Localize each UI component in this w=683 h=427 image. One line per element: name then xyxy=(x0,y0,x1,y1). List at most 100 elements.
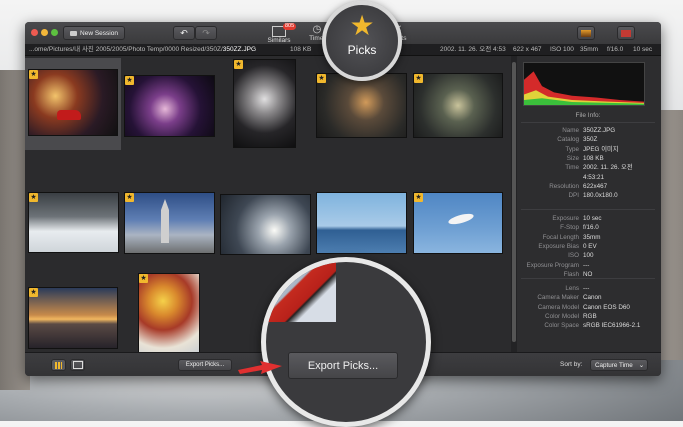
thumbnail[interactable] xyxy=(414,74,502,137)
star-icon: ★ xyxy=(414,193,423,202)
info-key: Catalog xyxy=(557,136,579,144)
info-value: 4:53:21 xyxy=(583,173,605,181)
star-icon: ★ xyxy=(29,70,38,79)
info-row: Camera Maker Canon xyxy=(517,293,661,302)
minimize-window-button[interactable] xyxy=(41,29,48,36)
info-value: 350ZZ.JPG xyxy=(583,127,616,134)
info-value: 622x467 xyxy=(583,182,608,190)
thumbnail[interactable] xyxy=(125,193,214,253)
panel-icon xyxy=(621,29,631,37)
zoom-window-button[interactable] xyxy=(51,29,58,36)
info-value: RGB xyxy=(583,312,597,320)
section-divider xyxy=(521,278,655,279)
picks-label: Picks xyxy=(347,43,377,57)
info-row: Size 108 KB xyxy=(517,154,661,163)
info-row: Exposure 10 sec xyxy=(517,214,661,223)
grid-view-button[interactable] xyxy=(51,359,66,371)
path-filesize: 108 KB xyxy=(290,46,312,53)
info-row: Type JPEG 이미지 xyxy=(517,145,661,154)
info-row: ISO 100 xyxy=(517,251,661,260)
info-value: 2002. 11. 26. 오전 xyxy=(583,164,633,172)
thumbnail[interactable] xyxy=(414,193,502,253)
grid-icon xyxy=(55,361,62,369)
thumbnail[interactable] xyxy=(234,60,295,147)
sort-select[interactable]: Capture Time ⌄ xyxy=(590,359,648,371)
info-value: 100 xyxy=(583,252,594,260)
thumbnail[interactable] xyxy=(125,76,214,136)
info-sidebar: File Info: Name 350ZZ.JPG Catalog 350Z Type J… xyxy=(517,56,661,352)
picture-icon xyxy=(581,29,591,37)
star-icon: ★ xyxy=(29,288,38,297)
info-row: F-Stop f/16.0 xyxy=(517,223,661,232)
info-row: Resolution 622x467 xyxy=(517,182,661,191)
info-row: Focal Length 35mm xyxy=(517,233,661,242)
info-row: Camera Model Canon EOS D60 xyxy=(517,303,661,312)
thumbnail[interactable] xyxy=(139,274,199,364)
magnifier-callout: Export Picks... xyxy=(261,257,431,427)
info-value: Canon xyxy=(583,294,602,302)
info-value: 35mm xyxy=(583,233,601,241)
clock-icon: ◷ xyxy=(312,24,322,35)
info-value: 350Z xyxy=(583,136,598,144)
info-value: --- xyxy=(583,261,590,269)
path-filename: 350ZZ.JPG xyxy=(222,46,257,53)
new-session-button[interactable]: New Session xyxy=(63,26,125,40)
star-icon: ★ xyxy=(414,74,423,83)
info-row: Time 2002. 11. 26. 오전 xyxy=(517,163,661,172)
thumbnail[interactable] xyxy=(317,193,406,253)
info-row: Color Model RGB xyxy=(517,312,661,321)
image-view-toggle[interactable] xyxy=(577,26,595,40)
thumbnail[interactable] xyxy=(29,193,118,252)
thumbnail[interactable] xyxy=(29,288,117,348)
info-key: F-Stop xyxy=(560,224,579,232)
picks-tab[interactable]: ★ Picks xyxy=(322,1,402,81)
export-picks-button[interactable]: Export Picks... xyxy=(178,359,232,371)
info-value: sRGB IEC61966-2.1 xyxy=(583,322,641,330)
info-value: f/16.0 xyxy=(583,224,599,232)
star-icon: ★ xyxy=(125,193,134,202)
info-row: DPI 180.0x180.0 xyxy=(517,191,661,200)
file-info-title: File Info: xyxy=(521,112,655,123)
info-value: 0 EV xyxy=(583,242,597,250)
info-row: Lens --- xyxy=(517,284,661,293)
church-shape xyxy=(161,199,169,243)
export-picks-button-large[interactable]: Export Picks... xyxy=(288,352,398,379)
info-key: Name xyxy=(562,127,579,134)
file-path: ...ome/Pictures/내 사진 2005/2005/Photo Tem… xyxy=(29,44,256,55)
sort-value: Capture Time xyxy=(595,361,633,369)
folder-icon xyxy=(70,30,78,36)
path-exposure: 10 sec xyxy=(633,46,653,53)
single-view-button[interactable] xyxy=(70,359,85,371)
info-key: Exposure xyxy=(552,215,579,222)
redo-button[interactable]: ↷ xyxy=(195,26,217,40)
info-value: 108 KB xyxy=(583,154,604,162)
info-key: DPI xyxy=(568,192,580,200)
similars-label: Similars xyxy=(267,37,291,44)
single-view-icon xyxy=(72,361,83,369)
star-icon: ★ xyxy=(349,10,375,41)
histogram xyxy=(523,62,645,106)
info-value: JPEG 이미지 xyxy=(583,145,619,153)
thumbnail[interactable] xyxy=(29,70,117,135)
info-value: --- xyxy=(583,285,590,292)
close-window-button[interactable] xyxy=(31,29,38,36)
star-icon: ★ xyxy=(234,60,243,69)
info-row: Catalog 350Z xyxy=(517,135,661,144)
undo-icon: ↶ xyxy=(180,27,188,38)
info-row: Name 350ZZ.JPG xyxy=(517,126,661,135)
thumbnail[interactable] xyxy=(221,195,310,254)
info-row: Color Space sRGB IEC61966-2.1 xyxy=(517,321,661,330)
info-key: Camera Model xyxy=(537,303,579,311)
info-key: Type xyxy=(565,145,579,153)
info-key: Camera Maker xyxy=(537,294,579,302)
car-shape xyxy=(57,110,81,120)
info-key: ISO xyxy=(568,252,579,260)
thumbnail[interactable] xyxy=(317,74,406,137)
path-iso: ISO 100 xyxy=(550,46,574,53)
path-dimensions: 622 x 467 xyxy=(513,46,542,53)
scrollbar-thumb[interactable] xyxy=(512,62,516,342)
gull-shape xyxy=(447,211,475,227)
info-panel-toggle[interactable] xyxy=(617,26,635,40)
chevron-down-icon: ⌄ xyxy=(638,361,644,369)
undo-button[interactable]: ↶ xyxy=(173,26,195,40)
